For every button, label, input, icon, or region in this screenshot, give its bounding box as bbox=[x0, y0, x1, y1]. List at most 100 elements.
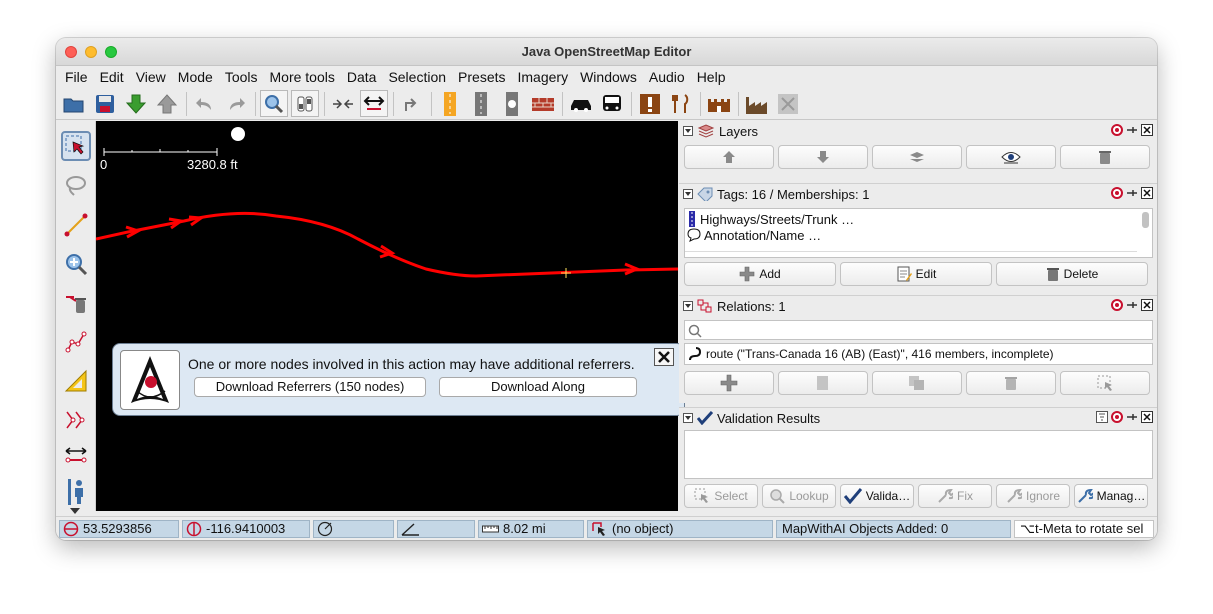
pin-icon[interactable] bbox=[1126, 411, 1138, 423]
help-icon[interactable] bbox=[1111, 187, 1123, 199]
draw-mode-button[interactable] bbox=[61, 210, 91, 240]
validation-manage-button[interactable]: Manag… bbox=[1074, 484, 1148, 508]
menu-file[interactable]: File bbox=[59, 66, 94, 88]
collapse-icon[interactable] bbox=[683, 189, 693, 199]
reverse-way-button[interactable] bbox=[398, 90, 426, 117]
delete-relation-button[interactable] bbox=[966, 371, 1056, 395]
menu-edit[interactable]: Edit bbox=[94, 66, 130, 88]
upload-button[interactable] bbox=[153, 90, 181, 117]
measure-mode-button[interactable] bbox=[61, 366, 91, 396]
close-panel-icon[interactable] bbox=[1141, 187, 1153, 199]
map-view[interactable]: 0 3280.8 ft bbox=[96, 121, 678, 511]
preset-barrier[interactable] bbox=[529, 90, 557, 117]
download-referrers-button[interactable]: Download Referrers (150 nodes) bbox=[194, 377, 426, 397]
preferences-button[interactable] bbox=[291, 90, 319, 117]
undo-button[interactable] bbox=[191, 90, 219, 117]
collapse-icon[interactable] bbox=[683, 126, 693, 136]
help-icon[interactable] bbox=[1111, 124, 1123, 136]
minimize-window-button[interactable] bbox=[85, 46, 97, 58]
tags-scrollbar[interactable] bbox=[1142, 212, 1149, 228]
download-along-button[interactable]: Download Along bbox=[439, 377, 637, 397]
open-file-button[interactable] bbox=[60, 90, 88, 117]
scale-bar bbox=[103, 148, 218, 156]
menu-tools[interactable]: Tools bbox=[219, 66, 264, 88]
move-layer-down-button[interactable] bbox=[778, 145, 868, 169]
preset-industrial[interactable] bbox=[743, 90, 771, 117]
menu-audio[interactable]: Audio bbox=[643, 66, 691, 88]
redo-icon bbox=[230, 97, 245, 110]
close-panel-icon[interactable] bbox=[1141, 411, 1153, 423]
extrude-mode-button[interactable] bbox=[61, 441, 91, 471]
preset-castle[interactable] bbox=[705, 90, 733, 117]
relation-item[interactable]: route ("Trans-Canada 16 (AB) (East)", 41… bbox=[706, 347, 1054, 361]
menu-help[interactable]: Help bbox=[691, 66, 732, 88]
preset-motorway[interactable] bbox=[436, 90, 464, 117]
menu-windows[interactable]: Windows bbox=[574, 66, 643, 88]
delete-layer-button[interactable] bbox=[1060, 145, 1150, 169]
select-mode-button[interactable] bbox=[61, 131, 91, 161]
save-button[interactable] bbox=[91, 90, 119, 117]
preset-crossing[interactable] bbox=[498, 90, 526, 117]
improve-way-button[interactable] bbox=[61, 327, 91, 357]
validate-button[interactable]: Valida… bbox=[840, 484, 914, 508]
zoom-mode-button[interactable] bbox=[61, 249, 91, 279]
redo-button[interactable] bbox=[222, 90, 250, 117]
set-square-icon bbox=[64, 369, 87, 392]
scroll-down-icon[interactable] bbox=[68, 503, 82, 514]
preset-disabled[interactable] bbox=[774, 90, 802, 117]
close-window-button[interactable] bbox=[65, 46, 77, 58]
menu-view[interactable]: View bbox=[130, 66, 172, 88]
preset-car[interactable] bbox=[567, 90, 595, 117]
list-item[interactable]: Highways/Streets/Trunk … bbox=[685, 211, 1152, 227]
duplicate-relation-button[interactable] bbox=[872, 371, 962, 395]
relations-search-input[interactable] bbox=[684, 320, 1153, 340]
add-tag-button[interactable]: Add bbox=[684, 262, 836, 286]
collapse-icon[interactable] bbox=[683, 413, 693, 423]
highway-way[interactable] bbox=[96, 211, 678, 278]
filter-icon[interactable] bbox=[1096, 411, 1108, 423]
parallel-mode-button[interactable] bbox=[61, 405, 91, 435]
merge-layer-button[interactable] bbox=[872, 145, 962, 169]
collapse-icon[interactable] bbox=[683, 301, 693, 311]
zoom-button[interactable] bbox=[260, 90, 288, 117]
arrow-up-icon bbox=[723, 151, 735, 163]
validation-ignore-button[interactable]: Ignore bbox=[996, 484, 1070, 508]
pin-icon[interactable] bbox=[1126, 187, 1138, 199]
delete-tag-button[interactable]: Delete bbox=[996, 262, 1148, 286]
pin-icon[interactable] bbox=[1126, 124, 1138, 136]
preset-hazard[interactable] bbox=[636, 90, 664, 117]
close-notification-button[interactable] bbox=[654, 348, 674, 366]
map-canvas[interactable] bbox=[96, 121, 678, 511]
preset-bus[interactable] bbox=[598, 90, 626, 117]
delete-mode-button[interactable] bbox=[61, 288, 91, 318]
close-panel-icon[interactable] bbox=[1141, 299, 1153, 311]
validation-results-list[interactable] bbox=[684, 430, 1153, 479]
move-layer-up-button[interactable] bbox=[684, 145, 774, 169]
validation-select-button[interactable]: Select bbox=[684, 484, 758, 508]
lasso-mode-button[interactable] bbox=[61, 171, 91, 201]
menu-mode[interactable]: Mode bbox=[172, 66, 219, 88]
menu-presets[interactable]: Presets bbox=[452, 66, 511, 88]
combine-way-button[interactable] bbox=[329, 90, 357, 117]
list-item[interactable]: Annotation/Name … bbox=[685, 227, 1152, 243]
select-members-button[interactable] bbox=[1060, 371, 1150, 395]
add-relation-button[interactable] bbox=[684, 371, 774, 395]
edit-tag-button[interactable]: Edit bbox=[840, 262, 992, 286]
zoom-window-button[interactable] bbox=[105, 46, 117, 58]
preset-restaurant[interactable] bbox=[667, 90, 695, 117]
help-icon[interactable] bbox=[1111, 411, 1123, 423]
pin-icon[interactable] bbox=[1126, 299, 1138, 311]
toggle-visibility-button[interactable] bbox=[966, 145, 1056, 169]
menu-data[interactable]: Data bbox=[341, 66, 383, 88]
validation-lookup-button[interactable]: Lookup bbox=[762, 484, 836, 508]
split-way-button[interactable] bbox=[360, 90, 388, 117]
download-button[interactable] bbox=[122, 90, 150, 117]
help-icon[interactable] bbox=[1111, 299, 1123, 311]
edit-relation-button[interactable] bbox=[778, 371, 868, 395]
menu-selection[interactable]: Selection bbox=[382, 66, 452, 88]
close-panel-icon[interactable] bbox=[1141, 124, 1153, 136]
validation-fix-button[interactable]: Fix bbox=[918, 484, 992, 508]
preset-road[interactable] bbox=[467, 90, 495, 117]
menu-imagery[interactable]: Imagery bbox=[512, 66, 575, 88]
menu-more-tools[interactable]: More tools bbox=[264, 66, 341, 88]
